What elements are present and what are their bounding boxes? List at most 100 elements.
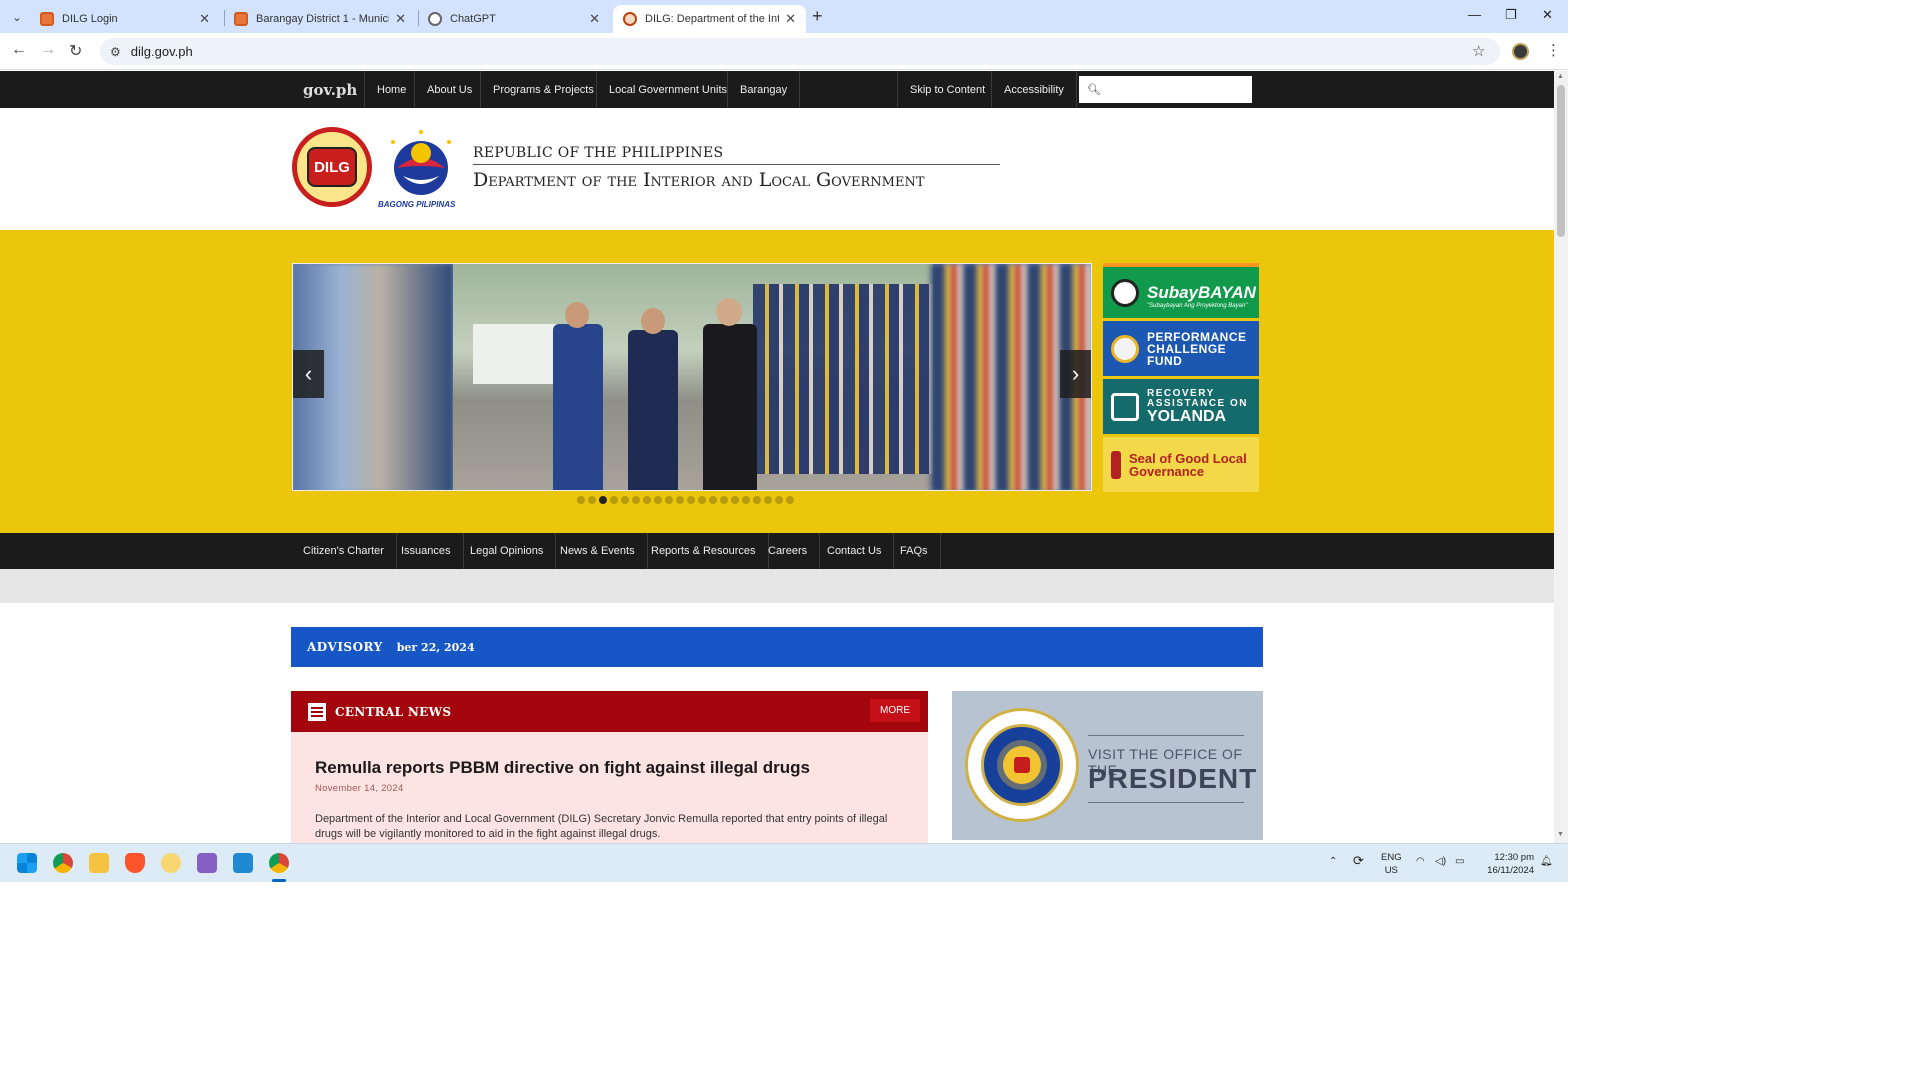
tab-chatgpt[interactable]: ChatGPT ✕: [418, 5, 610, 33]
tab-close-icon[interactable]: ✕: [589, 11, 600, 27]
carousel-dot[interactable]: [775, 496, 783, 504]
nav-barangay[interactable]: Barangay: [727, 71, 801, 108]
photo-officer-2-head: [641, 308, 665, 334]
bookmark-star-icon[interactable]: ☆: [1472, 42, 1485, 60]
scroll-up-icon[interactable]: ▲: [1557, 73, 1564, 80]
tab-dilg-department[interactable]: DILG: Department of the Interior ✕: [613, 5, 806, 33]
carousel-dot[interactable]: [654, 496, 662, 504]
file-explorer-icon[interactable]: [89, 853, 109, 873]
carousel-dot[interactable]: [764, 496, 772, 504]
nav-accessibility[interactable]: Accessibility: [991, 71, 1077, 108]
tab-barangay-district[interactable]: Barangay District 1 - Municipality ✕: [224, 5, 416, 33]
carousel-dot[interactable]: [687, 496, 695, 504]
visual-studio-icon[interactable]: [197, 853, 217, 873]
sync-icon[interactable]: ⟳: [1353, 853, 1364, 869]
volume-icon[interactable]: ◁): [1435, 856, 1446, 867]
page-scrollbar[interactable]: ▲ ▼: [1554, 71, 1568, 843]
carousel-dot[interactable]: [742, 496, 750, 504]
nav-label: Reports & Resources: [651, 545, 756, 557]
carousel-dot[interactable]: [786, 496, 794, 504]
chatgpt-app-icon[interactable]: [161, 853, 181, 873]
nav-about-us[interactable]: About Us: [414, 71, 484, 108]
language-indicator[interactable]: ENG US: [1381, 852, 1402, 878]
hero-carousel[interactable]: ‹ ›: [292, 263, 1092, 491]
browser-menu-icon[interactable]: ⋮: [1546, 41, 1561, 59]
nav-local-government-units[interactable]: Local Government Units: [596, 71, 739, 108]
tab-close-icon[interactable]: ✕: [785, 11, 796, 27]
brave-icon[interactable]: [125, 853, 145, 873]
nav-skip-to-content[interactable]: Skip to Content: [897, 71, 997, 108]
carousel-dot[interactable]: [599, 496, 607, 504]
carousel-prev-arrow-icon[interactable]: ‹: [293, 350, 324, 398]
tab-search-chevron-icon[interactable]: ⌄: [6, 6, 28, 28]
hero-band: ‹ › SubayBAYAN "Subaybayan Ang Proyekton…: [0, 230, 1554, 533]
system-clock[interactable]: 12:30 pm 16/11/2024: [1478, 852, 1534, 878]
nav-issuances[interactable]: Issuances: [389, 533, 464, 569]
photo-honor-guards: [753, 284, 933, 474]
nav-reports-resources[interactable]: Reports & Resources: [639, 533, 769, 569]
windows-start-icon[interactable]: [17, 853, 37, 873]
advisory-ticker-text[interactable]: ber 22, 2024: [397, 641, 475, 654]
dilg-seal-text: DILG: [307, 147, 357, 187]
carousel-dot[interactable]: [577, 496, 585, 504]
back-arrow-icon[interactable]: ←: [11, 41, 27, 59]
carousel-dot[interactable]: [610, 496, 618, 504]
nav-label: Barangay: [740, 83, 788, 96]
forward-arrow-icon[interactable]: →: [40, 41, 56, 59]
carousel-dot[interactable]: [698, 496, 706, 504]
carousel-dot[interactable]: [731, 496, 739, 504]
restore-icon[interactable]: ❐: [1505, 7, 1517, 23]
carousel-dot[interactable]: [632, 496, 640, 504]
dilg-seal-logo[interactable]: DILG: [292, 127, 372, 207]
tab-close-icon[interactable]: ✕: [199, 11, 210, 27]
carousel-dot[interactable]: [709, 496, 717, 504]
tray-chevron-icon[interactable]: ⌃: [1329, 856, 1337, 867]
nav-contact-us[interactable]: Contact Us: [815, 533, 895, 569]
site-search-input[interactable]: [1106, 83, 1247, 96]
minimize-icon[interactable]: —: [1468, 7, 1481, 22]
notifications-bell-icon[interactable]: 🔔︎: [1540, 856, 1553, 867]
pcf-icon: [1111, 334, 1139, 363]
scrollbar-thumb[interactable]: [1557, 85, 1565, 237]
tab-dilg-login[interactable]: DILG Login ✕: [30, 5, 220, 33]
gov-ph-brand[interactable]: gov.ph: [303, 81, 357, 99]
battery-icon[interactable]: ▭: [1455, 856, 1464, 867]
scroll-down-icon[interactable]: ▼: [1557, 831, 1564, 838]
recovery-yolanda-banner[interactable]: RECOVERY ASSISTANCE ON YOLANDA: [1103, 379, 1259, 434]
office-of-the-president-banner[interactable]: VISIT THE OFFICE OF THE PRESIDENT: [952, 691, 1263, 840]
chrome-profile-icon[interactable]: [269, 853, 289, 873]
chrome-icon[interactable]: [53, 853, 73, 873]
nav-programs-projects[interactable]: Programs & Projects: [480, 71, 606, 108]
carousel-dot[interactable]: [621, 496, 629, 504]
carousel-dot[interactable]: [720, 496, 728, 504]
carousel-dot[interactable]: [665, 496, 673, 504]
close-window-icon[interactable]: ✕: [1542, 7, 1553, 23]
carousel-dot[interactable]: [588, 496, 596, 504]
address-bar[interactable]: ⚙ dilg.gov.ph: [100, 38, 1500, 65]
wifi-icon[interactable]: ◠: [1416, 856, 1425, 867]
new-tab-plus-icon[interactable]: +: [812, 6, 823, 27]
tab-close-icon[interactable]: ✕: [395, 11, 406, 27]
nav-label: Careers: [768, 545, 808, 557]
vscode-icon[interactable]: [233, 853, 253, 873]
nav-faqs[interactable]: FAQs: [888, 533, 941, 569]
nav-careers[interactable]: Careers: [756, 533, 821, 569]
nav-label: Home: [377, 83, 407, 96]
seal-good-local-governance-banner[interactable]: Seal of Good Local Governance: [1103, 437, 1259, 492]
more-news-button[interactable]: MORE: [870, 699, 920, 722]
news-headline[interactable]: Remulla reports PBBM directive on fight …: [315, 758, 904, 778]
performance-challenge-fund-banner[interactable]: PERFORMANCE CHALLENGE FUND: [1103, 321, 1259, 376]
carousel-dot[interactable]: [643, 496, 651, 504]
nav-home[interactable]: Home: [364, 71, 418, 108]
subaybayan-banner[interactable]: SubayBAYAN "Subaybayan Ang Proyektong Ba…: [1103, 263, 1259, 318]
gov-ph-top-bar: gov.ph Home About Us Programs & Projects…: [0, 71, 1554, 108]
carousel-next-arrow-icon[interactable]: ›: [1060, 350, 1091, 398]
nav-citizens-charter[interactable]: Citizen's Charter: [291, 533, 397, 569]
nav-news-events[interactable]: News & Events: [548, 533, 648, 569]
profile-avatar[interactable]: [1512, 43, 1529, 60]
nav-legal-opinions[interactable]: Legal Opinions: [458, 533, 557, 569]
site-info-icon[interactable]: ⚙: [110, 45, 121, 59]
carousel-dot[interactable]: [676, 496, 684, 504]
carousel-dot[interactable]: [753, 496, 761, 504]
reload-icon[interactable]: ↻: [69, 41, 82, 61]
